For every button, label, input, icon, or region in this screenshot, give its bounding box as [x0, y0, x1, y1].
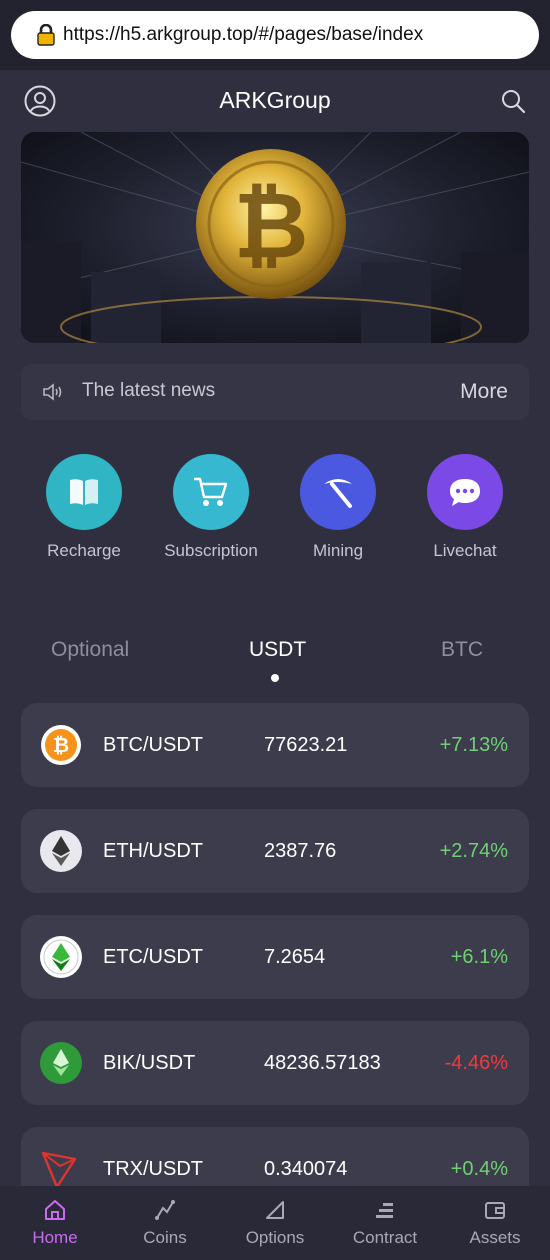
- news-more-link[interactable]: More: [460, 380, 508, 404]
- coin-change: +0.4%: [450, 1158, 508, 1180]
- app-screen: ARKGroup ₿ The latest news More Recharge…: [0, 70, 550, 1260]
- chat-bubble-icon: [427, 454, 503, 530]
- page-title: ARKGroup: [219, 87, 331, 113]
- nav-options[interactable]: Options: [220, 1186, 330, 1260]
- nav-label: Home: [32, 1228, 78, 1247]
- svg-text:₿: ₿: [53, 733, 69, 757]
- quick-action-recharge[interactable]: Recharge: [29, 454, 139, 562]
- quick-action-label: Subscription: [164, 541, 258, 560]
- coin-pair: BIK/USDT: [103, 1052, 196, 1074]
- nav-coins[interactable]: Coins: [110, 1186, 220, 1260]
- tab-optional[interactable]: Optional: [51, 638, 129, 662]
- tron-icon: [40, 1148, 82, 1190]
- url-text[interactable]: https://h5.arkgroup.top/#/pages/base/ind…: [63, 24, 423, 46]
- quick-action-label: Mining: [312, 541, 364, 560]
- coin-price: 48236.57183: [264, 1052, 381, 1074]
- quick-action-label: Recharge: [47, 541, 121, 560]
- coin-pair: BTC/USDT: [103, 734, 203, 756]
- options-icon: [263, 1198, 287, 1222]
- lock-icon: [37, 23, 55, 46]
- nav-assets[interactable]: Assets: [440, 1186, 550, 1260]
- bitcoin-icon: ₿: [40, 724, 82, 766]
- news-label: The latest news: [82, 380, 216, 401]
- coin-change: -4.46%: [444, 1052, 508, 1074]
- nav-label: Contract: [352, 1228, 418, 1247]
- promo-banner[interactable]: ₿: [21, 132, 529, 343]
- active-tab-indicator: [271, 674, 279, 682]
- news-ticker[interactable]: The latest news More: [21, 364, 529, 420]
- quick-action-mining[interactable]: Mining: [283, 454, 393, 562]
- coin-price: 7.2654: [264, 946, 326, 968]
- quick-action-livechat[interactable]: Livechat: [410, 454, 520, 562]
- bik-icon: [40, 1042, 82, 1084]
- coin-price: 0.340074: [264, 1158, 348, 1180]
- coin-change: +6.1%: [450, 946, 508, 968]
- address-bar[interactable]: https://h5.arkgroup.top/#/pages/base/ind…: [11, 11, 539, 59]
- tab-btc[interactable]: BTC: [441, 638, 483, 662]
- nav-label: Coins: [143, 1228, 187, 1247]
- cart-icon: [173, 454, 249, 530]
- coin-row-btc[interactable]: ₿ BTC/USDT 77623.21 +7.13%: [21, 703, 529, 787]
- nav-label: Options: [245, 1228, 305, 1247]
- coins-icon: [153, 1198, 177, 1222]
- coin-row-eth[interactable]: ETH/USDT 2387.76 +2.74%: [21, 809, 529, 893]
- app-header: ARKGroup: [0, 70, 550, 132]
- coin-price: 2387.76: [264, 840, 337, 862]
- coin-change: +7.13%: [439, 734, 508, 756]
- speaker-icon: [41, 380, 65, 404]
- coin-row-etc[interactable]: ETC/USDT 7.2654 +6.1%: [21, 915, 529, 999]
- coin-price: 77623.21: [264, 734, 348, 756]
- ethereum-icon: [40, 830, 82, 872]
- search-icon[interactable]: [500, 88, 526, 114]
- svg-text:₿: ₿: [234, 172, 309, 279]
- contract-icon: [373, 1198, 397, 1222]
- pickaxe-icon: [300, 454, 376, 530]
- browser-toolbar: https://h5.arkgroup.top/#/pages/base/ind…: [0, 0, 550, 70]
- wallet-icon: [483, 1198, 507, 1222]
- coin-pair: ETC/USDT: [103, 946, 203, 968]
- nav-home[interactable]: Home: [0, 1186, 110, 1260]
- coin-pair: TRX/USDT: [103, 1158, 203, 1180]
- bottom-navigation: Home Coins Options Contract Assets: [0, 1186, 550, 1260]
- quick-action-label: Livechat: [433, 541, 497, 560]
- recharge-icon: [46, 454, 122, 530]
- nav-label: Assets: [469, 1228, 521, 1247]
- coin-change: +2.74%: [439, 840, 508, 862]
- nav-contract[interactable]: Contract: [330, 1186, 440, 1260]
- tab-usdt[interactable]: USDT: [249, 638, 306, 662]
- coin-row-bik[interactable]: BIK/USDT 48236.57183 -4.46%: [21, 1021, 529, 1105]
- ethereum-classic-icon: [40, 936, 82, 978]
- coin-pair: ETH/USDT: [103, 840, 203, 862]
- quick-action-subscription[interactable]: Subscription: [156, 454, 266, 562]
- home-icon: [43, 1198, 67, 1222]
